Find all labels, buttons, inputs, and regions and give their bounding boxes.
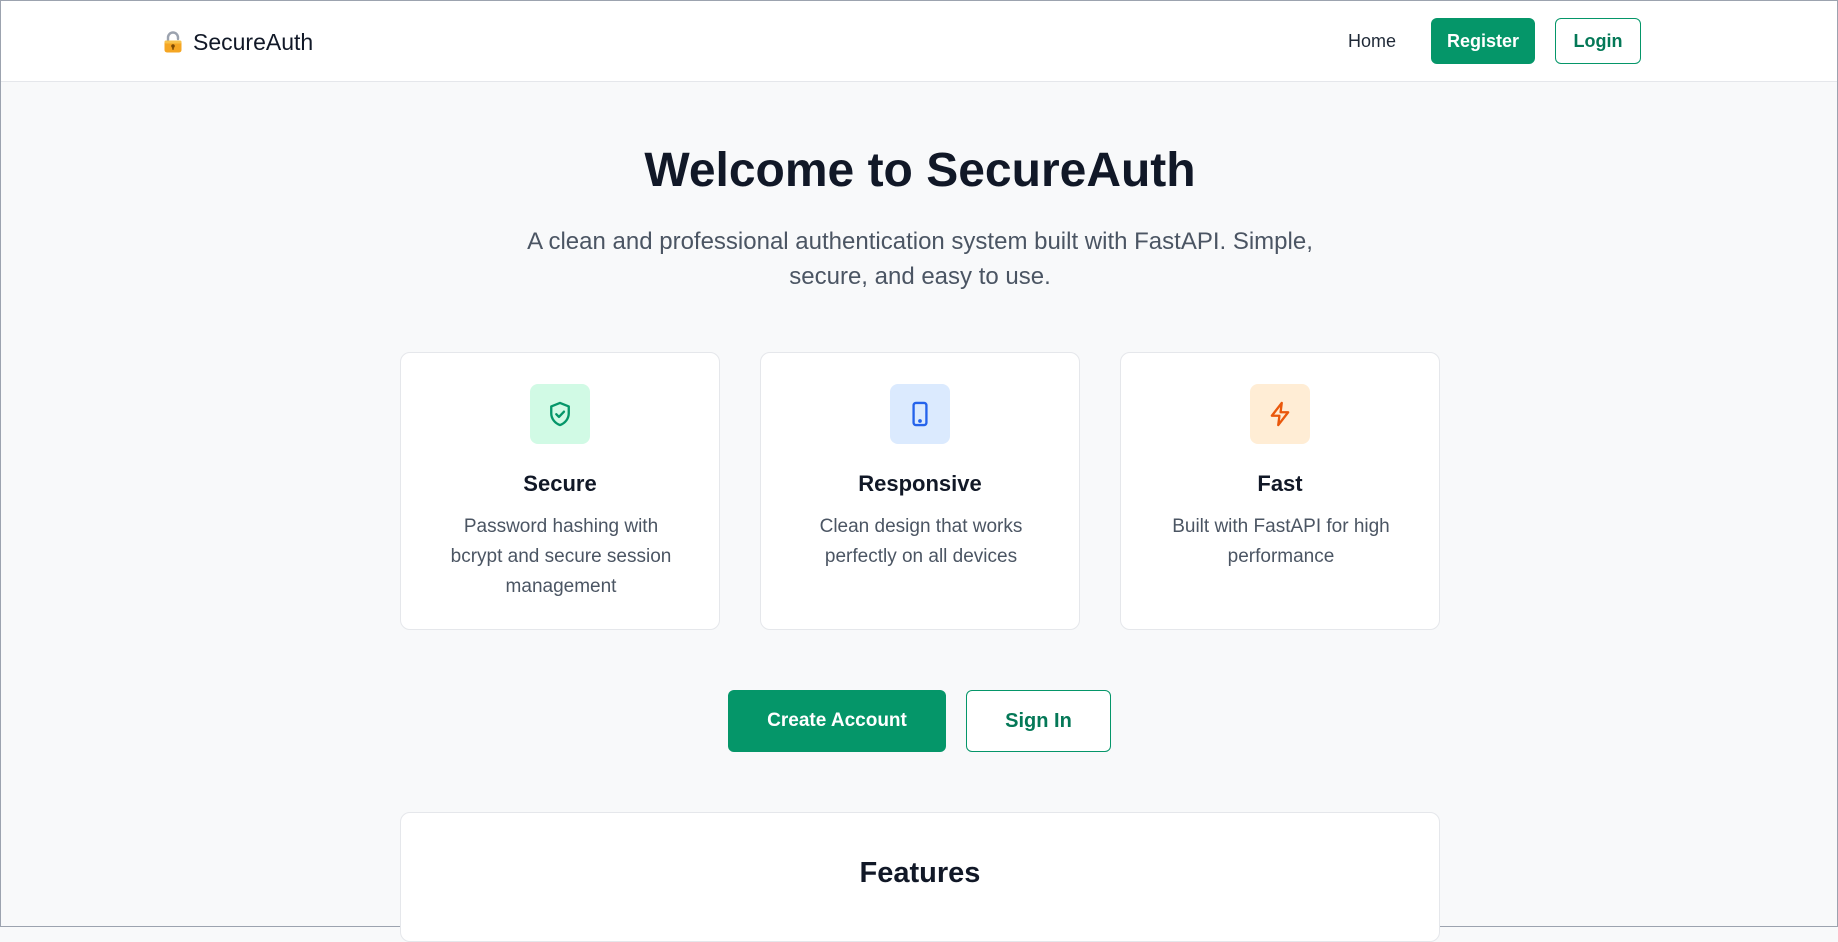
card-description: Built with FastAPI for high performance	[1172, 516, 1390, 567]
feature-card-responsive: Responsive Clean design that works perfe…	[760, 352, 1080, 630]
lock-icon	[164, 31, 182, 53]
feature-card-fast: Fast Built with FastAPI for high perform…	[1120, 352, 1440, 630]
lightning-icon	[1270, 401, 1290, 427]
features-title: Features	[859, 857, 981, 889]
register-button[interactable]: Register	[1431, 18, 1535, 64]
top-nav-bar: SecureAuth Home Register Login	[1, 1, 1837, 82]
card-description: Password hashing with bcrypt and secure …	[450, 516, 672, 597]
main-nav: Home Register Login	[1348, 18, 1641, 64]
card-title: Responsive	[858, 471, 982, 496]
create-account-button[interactable]: Create Account	[728, 690, 946, 752]
card-icon-container	[1250, 384, 1310, 444]
card-title: Secure	[523, 471, 597, 496]
card-icon-container	[890, 384, 950, 444]
hero-title: Welcome to SecureAuth	[644, 144, 1196, 197]
card-description: Clean design that works perfectly on all…	[819, 516, 1023, 567]
feature-cards: Secure Password hashing with bcrypt and …	[400, 352, 1440, 630]
card-title: Fast	[1257, 471, 1303, 496]
hero-subtitle: A clean and professional authentication …	[527, 228, 1313, 290]
brand[interactable]: SecureAuth	[161, 27, 313, 57]
card-icon-container	[530, 384, 590, 444]
sign-in-button[interactable]: Sign In	[966, 690, 1111, 752]
shield-check-icon	[550, 401, 570, 427]
brand-name: SecureAuth	[193, 29, 314, 55]
features-section: Features	[400, 812, 1440, 942]
feature-card-secure: Secure Password hashing with bcrypt and …	[400, 352, 720, 630]
login-button[interactable]: Login	[1555, 18, 1641, 64]
tablet-icon	[912, 401, 928, 427]
nav-home-link[interactable]: Home	[1348, 31, 1396, 52]
